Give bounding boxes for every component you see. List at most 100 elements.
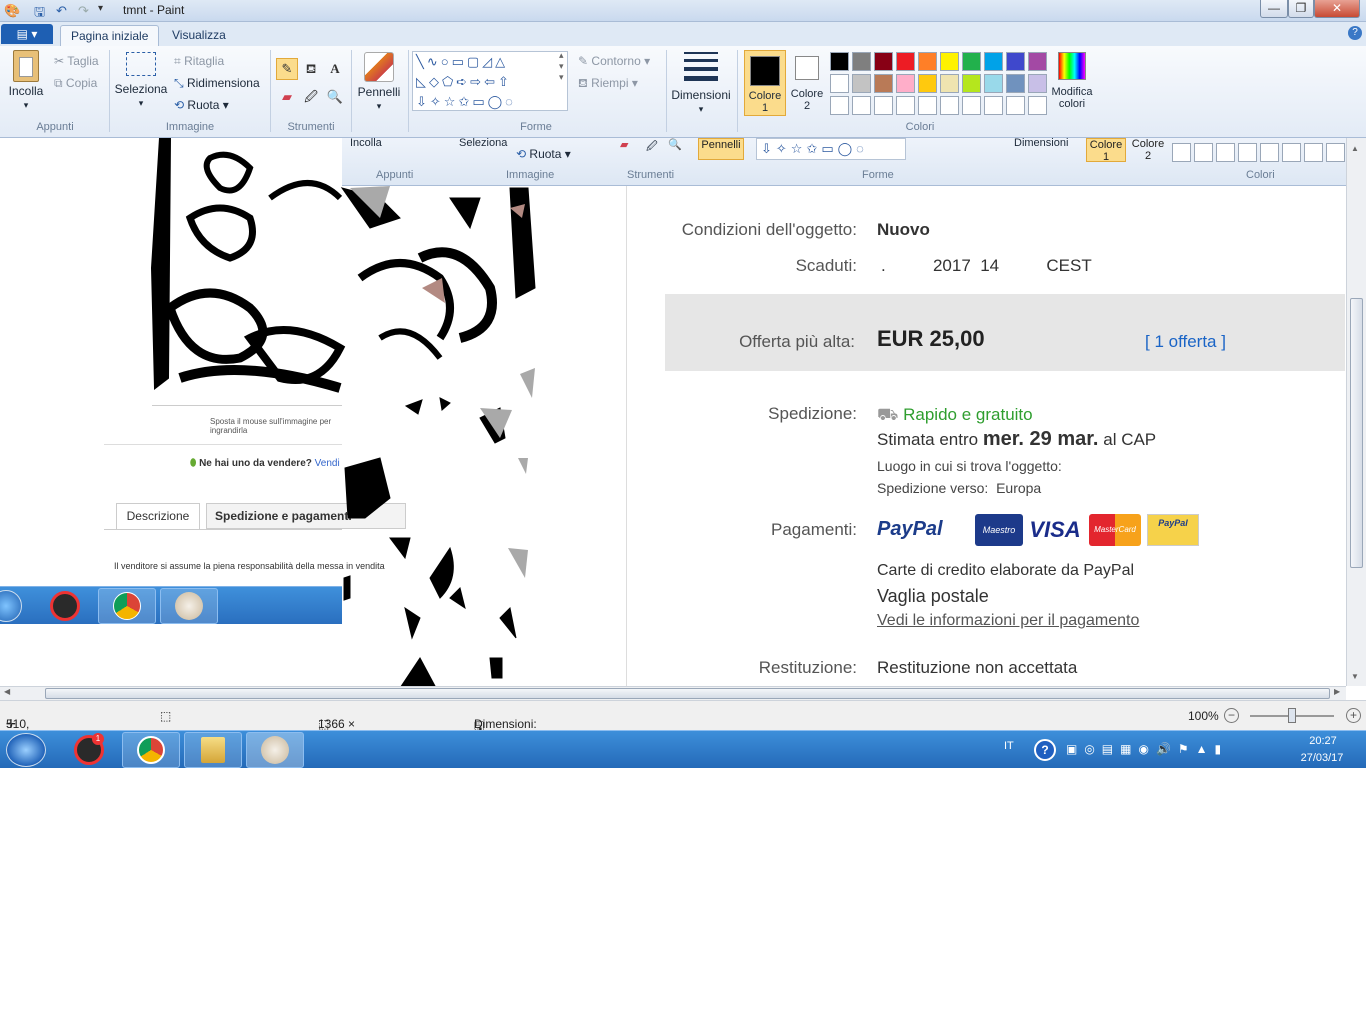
color-swatch[interactable] — [896, 52, 915, 71]
color-swatch[interactable] — [1028, 96, 1047, 115]
clock-time[interactable]: 20:27 — [1300, 735, 1346, 747]
file-menu-button[interactable]: ▤ ▾ — [1, 24, 53, 44]
pencil-icon[interactable]: ✎ — [276, 58, 298, 80]
payment-info-link[interactable]: Vedi le informazioni per il pagamento — [877, 612, 1139, 630]
maximize-button[interactable]: ❐ — [1288, 0, 1314, 18]
vertical-scrollbar[interactable]: ▲ ▼ — [1346, 138, 1366, 686]
inner-color-swatch — [1260, 143, 1279, 162]
tab-view[interactable]: Visualizza — [162, 25, 236, 46]
inner-strumenti-label: Strumenti — [627, 169, 675, 181]
chrome-taskbar-button[interactable] — [122, 732, 180, 768]
color-swatch[interactable] — [962, 74, 981, 93]
undo-icon[interactable]: ↶ — [56, 3, 67, 19]
inner-shapes: ⇩✧☆✩▭◯◌ — [756, 138, 906, 160]
color-swatch[interactable] — [962, 52, 981, 71]
color-swatch[interactable] — [874, 74, 893, 93]
inner-select-label: Seleziona — [459, 138, 508, 149]
visa-logo: VISA — [1029, 514, 1081, 546]
returns-label: Restituzione: — [758, 658, 857, 677]
cut-label: Taglia — [67, 54, 99, 68]
text-tool-icon[interactable]: A — [324, 58, 346, 80]
magnifier-icon[interactable]: 🔍 — [324, 86, 346, 108]
tray-icons[interactable]: ▣◎▤▦◉🔊⚑▲▮ — [1066, 742, 1228, 756]
horizontal-scrollbar[interactable]: ◀ ▶ — [0, 686, 1346, 700]
color-swatch[interactable] — [830, 96, 849, 115]
color-swatch[interactable] — [918, 96, 937, 115]
color1-button[interactable]: Colore 1 — [744, 50, 786, 116]
color-swatch[interactable] — [852, 52, 871, 71]
color-swatch[interactable] — [962, 96, 981, 115]
color-swatch[interactable] — [984, 96, 1003, 115]
paint-app-icon[interactable]: 🎨 — [4, 3, 20, 19]
rotate-label: Ruota — [187, 98, 220, 112]
color-swatch[interactable] — [830, 52, 849, 71]
color-swatch[interactable] — [896, 96, 915, 115]
cut-button[interactable]: ✂ Taglia — [54, 54, 99, 68]
scroll-down-icon[interactable]: ▼ — [1351, 672, 1359, 681]
bid-box: Offerta più alta: EUR 25,00 [ 1 offerta … — [665, 294, 1345, 371]
help-tray-icon[interactable]: ? — [1034, 739, 1056, 761]
gallery-scroll-icon[interactable]: ▴ ▾ ▾ — [559, 50, 564, 83]
close-button[interactable]: ✕ — [1314, 0, 1360, 18]
color-swatch[interactable] — [918, 74, 937, 93]
color-swatch[interactable] — [874, 52, 893, 71]
shapes-gallery[interactable]: ╲∿○▭▢◿△ ◺◇⬠➪⇨⇦⇧ ⇩✧☆✩▭◯◌ — [412, 51, 568, 111]
tab-home[interactable]: Pagina iniziale — [60, 25, 160, 46]
credit-cards-text: Carte di credito elaborate da PayPal — [877, 562, 1135, 579]
vertical-scroll-thumb[interactable] — [1350, 298, 1363, 568]
scroll-right-icon[interactable]: ▶ — [1334, 687, 1340, 696]
color-swatch[interactable] — [852, 96, 871, 115]
paint-taskbar-button[interactable] — [246, 732, 304, 768]
color-swatch[interactable] — [940, 52, 959, 71]
paste-button[interactable]: Incolla ▾ — [6, 50, 46, 112]
zoom-slider-thumb[interactable] — [1288, 708, 1296, 723]
color-swatch[interactable] — [984, 52, 1003, 71]
color-swatch[interactable] — [830, 74, 849, 93]
clock-date[interactable]: 27/03/17 — [1294, 752, 1350, 764]
customize-qa-chevron-icon[interactable]: ▾ — [98, 3, 103, 14]
redo-icon[interactable]: ↷ — [78, 3, 89, 19]
pasted-taskbar — [0, 586, 342, 624]
start-button[interactable] — [6, 733, 46, 767]
color-swatch[interactable] — [1028, 52, 1047, 71]
drawing-canvas[interactable]: Sposta il mouse sull'immagine per ingran… — [0, 138, 1346, 686]
color-picker-icon[interactable]: 🖉 — [300, 86, 322, 108]
copy-button[interactable]: ⧉ Copia — [54, 76, 97, 91]
inner-color1-label-b: 1 — [1102, 151, 1110, 163]
select-button[interactable]: Seleziona ▾ — [114, 52, 168, 110]
minimize-button[interactable]: — — [1260, 0, 1288, 18]
color-swatch[interactable] — [896, 74, 915, 93]
explorer-taskbar-button[interactable] — [184, 732, 242, 768]
color-swatch[interactable] — [918, 52, 937, 71]
zoom-out-button[interactable]: − — [1224, 708, 1239, 723]
color2-button[interactable]: Colore 2 — [788, 54, 826, 112]
size-button[interactable]: Dimensioni ▾ — [670, 52, 732, 116]
fill-button[interactable]: ⛾ Riempi ▾ — [578, 76, 638, 92]
help-icon[interactable]: ? — [1348, 26, 1362, 40]
crop-button[interactable]: ⌗ Ritaglia — [174, 54, 224, 69]
language-indicator[interactable]: IT — [1004, 740, 1014, 752]
color-swatch[interactable] — [1006, 96, 1025, 115]
edit-colors-button[interactable]: Modifica colori — [1048, 52, 1096, 110]
fill-bucket-icon[interactable]: ⛾ — [300, 58, 322, 80]
inner-colori-label: Colori — [1246, 169, 1275, 181]
color-swatch[interactable] — [1006, 52, 1025, 71]
color-swatch[interactable] — [940, 96, 959, 115]
scroll-up-icon[interactable]: ▲ — [1351, 144, 1359, 153]
color-swatch[interactable] — [1028, 74, 1047, 93]
scroll-left-icon[interactable]: ◀ — [4, 687, 10, 696]
brushes-button[interactable]: Pennelli ▾ — [356, 52, 402, 113]
color-swatch[interactable] — [940, 74, 959, 93]
horizontal-scroll-thumb[interactable] — [45, 688, 1330, 699]
rotate-button[interactable]: ⟲ Ruota ▾ — [174, 98, 229, 112]
color-swatch[interactable] — [984, 74, 1003, 93]
selection-size-icon: ⬚ — [160, 709, 172, 723]
color-swatch[interactable] — [852, 74, 871, 93]
eraser-icon[interactable]: ▰ — [276, 86, 298, 108]
resize-button[interactable]: ⤡ Ridimensiona — [174, 76, 260, 91]
outline-button[interactable]: ✎ Contorno ▾ — [578, 54, 650, 68]
zoom-in-button[interactable]: + — [1346, 708, 1361, 723]
color-swatch[interactable] — [874, 96, 893, 115]
color-swatch[interactable] — [1006, 74, 1025, 93]
bid-count-link[interactable]: [ 1 offerta ] — [1145, 332, 1226, 352]
